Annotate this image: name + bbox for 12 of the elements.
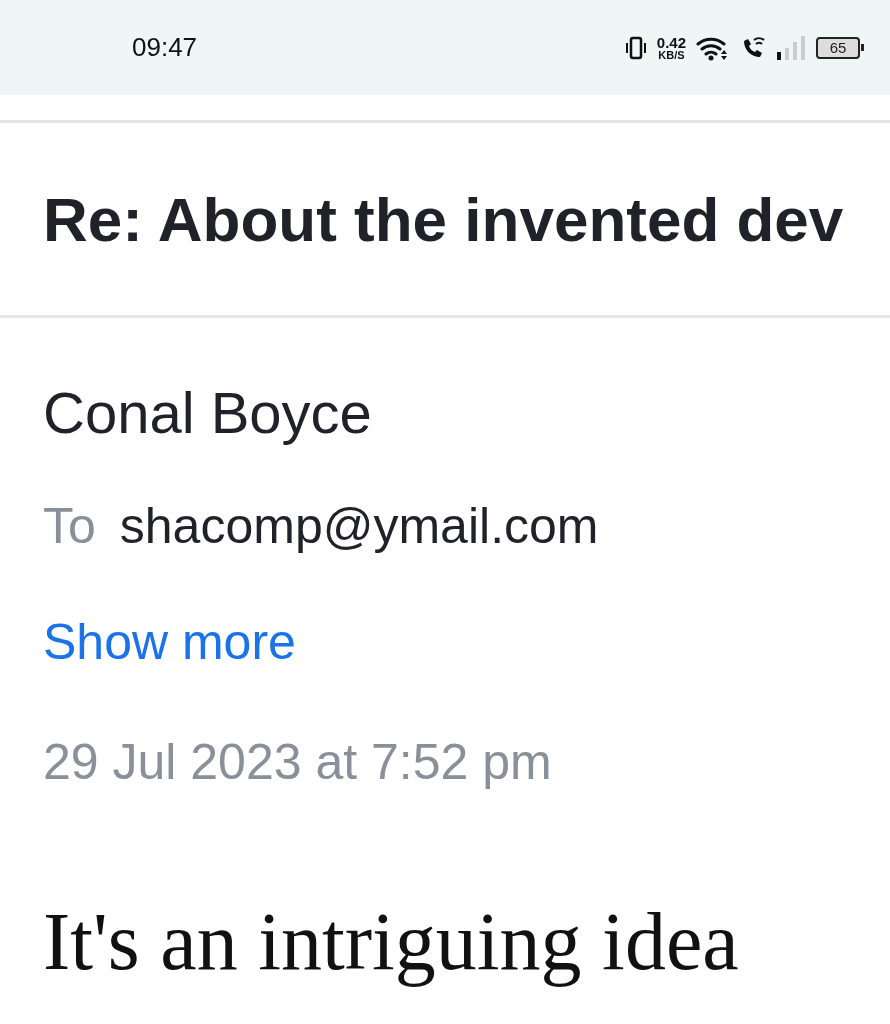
network-speed: 0.42 KB/S xyxy=(656,34,686,61)
to-label: To xyxy=(43,497,96,556)
show-more-link[interactable]: Show more xyxy=(43,612,296,672)
signal-icon xyxy=(776,35,806,60)
battery-level: 65 xyxy=(816,36,860,59)
message-body: It's an intriguing idea xyxy=(43,895,739,989)
sent-date: 29 Jul 2023 at 7:52 pm xyxy=(43,733,553,792)
vibrate-icon xyxy=(624,35,647,60)
sender-name: Conal Boyce xyxy=(43,379,373,447)
email-subject: Re: About the invented dev xyxy=(42,184,845,256)
clock: 09:47 xyxy=(132,32,199,63)
recipient-address: shacomp@ymail.com xyxy=(119,497,599,556)
